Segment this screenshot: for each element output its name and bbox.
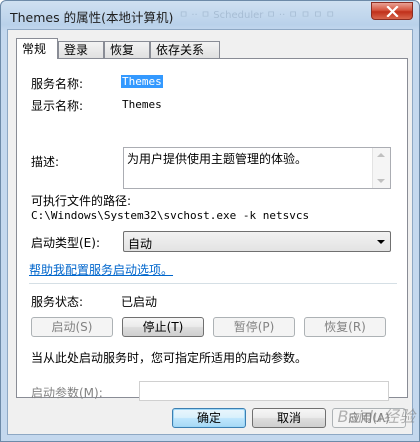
stop-service-button[interactable]: 停止(T) xyxy=(122,317,204,337)
description-label: 描述: xyxy=(31,155,60,169)
pause-service-button[interactable]: 暂停(P) xyxy=(213,317,295,337)
help-configure-link[interactable]: 帮助我配置服务启动选项。 xyxy=(29,261,173,278)
close-icon xyxy=(386,6,399,17)
title-bar[interactable]: Themes 的属性(本地计算机) ㅁ ·· ㅁ Scheduler ㅁ ·· … xyxy=(1,1,419,28)
tab-recovery[interactable]: 恢复 xyxy=(104,41,150,58)
window-title: Themes 的属性(本地计算机) xyxy=(10,10,174,25)
close-button[interactable] xyxy=(371,2,413,20)
description-textbox[interactable]: 为用户提供使用主题管理的体验。 xyxy=(123,147,391,189)
cancel-button[interactable]: 取消 xyxy=(252,408,326,428)
startup-type-dropdown[interactable]: 自动 xyxy=(123,231,391,252)
section-divider xyxy=(29,283,397,284)
properties-window: Themes 的属性(本地计算机) ㅁ ·· ㅁ Scheduler ㅁ ·· … xyxy=(0,0,420,442)
ok-button[interactable]: 确定 xyxy=(172,408,246,428)
description-text: 为用户提供使用主题管理的体验。 xyxy=(127,152,308,166)
tab-general[interactable]: 常规 xyxy=(16,38,58,59)
service-name-value[interactable]: Themes xyxy=(121,75,163,88)
service-name-label: 服务名称: xyxy=(31,77,84,91)
dialog-client-area: 常规 登录 恢复 依存关系 服务名称: Themes 显示名称: Themes … xyxy=(7,29,413,435)
start-params-label: 启动参数(M): xyxy=(31,386,103,400)
scroll-up-icon[interactable] xyxy=(377,153,385,157)
exec-path-label: 可执行文件的路径: xyxy=(31,194,132,208)
resume-service-button[interactable]: 恢复(R) xyxy=(304,317,386,337)
description-scrollbar[interactable] xyxy=(372,148,390,188)
start-params-hint: 当从此处启动服务时，您可指定所适用的启动参数。 xyxy=(31,351,308,365)
chevron-down-icon xyxy=(377,240,385,244)
tab-dependencies[interactable]: 依存关系 xyxy=(150,41,220,58)
startup-type-selected: 自动 xyxy=(128,237,153,251)
start-service-button[interactable]: 启动(S) xyxy=(31,317,113,337)
service-status-label: 服务状态: xyxy=(31,295,84,309)
display-name-value[interactable]: Themes xyxy=(122,98,162,111)
baidu-watermark: Baidu经验 xyxy=(337,407,415,426)
display-name-label: 显示名称: xyxy=(31,99,84,113)
start-params-input[interactable] xyxy=(139,381,389,401)
service-status-value: 已启动 xyxy=(121,295,158,309)
general-tab-panel: 服务名称: Themes 显示名称: Themes 描述: 为用户提供使用主题管… xyxy=(16,58,408,401)
tab-logon[interactable]: 登录 xyxy=(58,41,104,58)
startup-type-label: 启动类型(E): xyxy=(31,236,100,250)
background-title-text: ㅁ ·· ㅁ Scheduler ㅁ ·· ㅁ ㅁ ㅁ ㅁ xyxy=(179,10,335,21)
scroll-down-icon[interactable] xyxy=(377,179,385,183)
service-name-selected-text[interactable]: Themes xyxy=(121,75,163,88)
exec-path-value[interactable]: C:\Windows\System32\svchost.exe -k netsv… xyxy=(31,209,309,222)
